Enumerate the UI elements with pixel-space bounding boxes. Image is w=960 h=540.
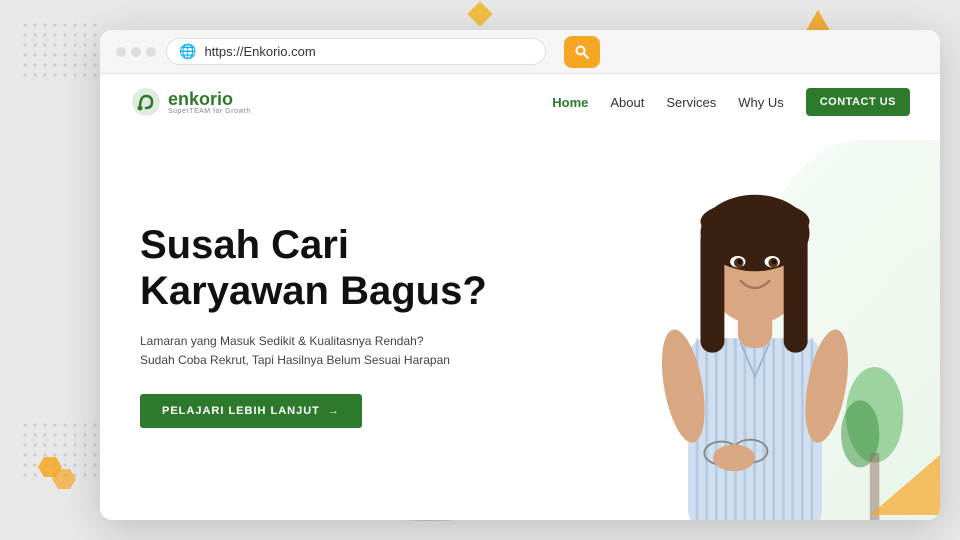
hero-cta-arrow: → xyxy=(328,405,340,417)
contact-button[interactable]: CONTACT US xyxy=(806,88,910,116)
site-navigation: enkorio SuperTEAM for Growth Home About … xyxy=(100,74,940,130)
nav-link-services[interactable]: Services xyxy=(666,95,716,110)
dots-decoration-top-left xyxy=(20,20,100,80)
browser-dot-minimize xyxy=(131,47,141,57)
browser-bar: 🌐 https://Enkorio.com xyxy=(100,30,940,74)
hero-title-line2: Karyawan Bagus? xyxy=(140,269,487,313)
logo-icon xyxy=(130,86,162,118)
browser-window: 🌐 https://Enkorio.com xyxy=(100,30,940,520)
hero-title: Susah Cari Karyawan Bagus? xyxy=(140,222,522,314)
logo-tagline: SuperTEAM for Growth xyxy=(168,108,251,115)
logo-name: enkorio xyxy=(168,90,251,108)
yellow-corner-decoration xyxy=(840,435,940,520)
browser-window-controls xyxy=(116,47,156,57)
hero-subtitle-line2: Sudah Coba Rekrut, Tapi Hasilnya Belum S… xyxy=(140,351,522,370)
hero-title-line1: Susah Cari xyxy=(140,223,349,267)
nav-link-why-us[interactable]: Why Us xyxy=(738,95,784,110)
nav-link-about[interactable]: About xyxy=(610,95,644,110)
nav-links: Home About Services Why Us CONTACT US xyxy=(552,88,910,116)
logo[interactable]: enkorio SuperTEAM for Growth xyxy=(130,86,251,118)
logo-text-container: enkorio SuperTEAM for Growth xyxy=(168,90,251,115)
address-bar[interactable]: 🌐 https://Enkorio.com xyxy=(166,38,546,65)
hero-subtitle-line1: Lamaran yang Masuk Sedikit & Kualitasnya… xyxy=(140,332,522,351)
hero-cta-label: PELAJARI LEBIH LANJUT xyxy=(162,405,320,417)
nav-link-home[interactable]: Home xyxy=(552,95,588,110)
hero-text-block: Susah Cari Karyawan Bagus? Lamaran yang … xyxy=(100,192,562,458)
hero-section: Susah Cari Karyawan Bagus? Lamaran yang … xyxy=(100,130,940,520)
hex-decoration-bottom-left xyxy=(30,455,80,510)
hero-subtitle: Lamaran yang Masuk Sedikit & Kualitasnya… xyxy=(140,332,522,370)
site-content: enkorio SuperTEAM for Growth Home About … xyxy=(100,74,940,520)
diamond-decoration-top xyxy=(467,1,492,26)
browser-dot-close xyxy=(116,47,126,57)
globe-icon: 🌐 xyxy=(179,43,196,60)
browser-search-button[interactable] xyxy=(564,36,600,68)
browser-dot-maximize xyxy=(146,47,156,57)
background: ✛ 🌐 https://Enkorio.c xyxy=(0,0,960,540)
hero-cta-button[interactable]: PELAJARI LEBIH LANJUT → xyxy=(140,394,362,428)
url-display: https://Enkorio.com xyxy=(204,44,533,59)
